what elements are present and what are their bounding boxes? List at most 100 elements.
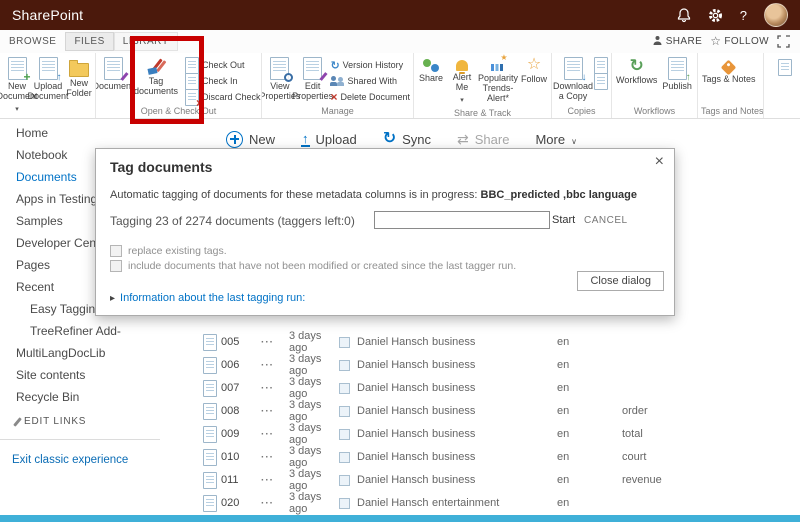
sync-button[interactable]: Sync (383, 131, 431, 147)
follow-document-button[interactable]: Follow (520, 55, 548, 87)
sidebar-item-treerefiner[interactable]: TreeRefiner Add- (0, 320, 165, 342)
help-icon[interactable]: ? (740, 9, 747, 22)
download-copy-icon (564, 57, 583, 80)
check-in-button[interactable]: Check In (185, 74, 262, 88)
edit-links-button[interactable]: EDIT LINKS (0, 416, 165, 427)
copies-extra-button-2[interactable] (594, 74, 608, 88)
include-unmodified-option[interactable]: include documents that have not been mod… (110, 260, 516, 272)
row-menu-button[interactable]: ··· (261, 360, 289, 371)
document-name[interactable]: 007 (221, 382, 261, 394)
popularity-trends-button[interactable]: Popularity Trends-Alert* (479, 55, 517, 106)
new-folder-button[interactable]: New Folder (65, 55, 93, 101)
table-row[interactable]: 008 ··· 3 days ago Daniel Hansch busines… (195, 399, 800, 422)
more-menu-button[interactable]: More (535, 132, 576, 147)
upload-arrow-icon (301, 132, 310, 147)
share-label: Share (419, 74, 443, 84)
table-row[interactable]: 010 ··· 3 days ago Daniel Hansch busines… (195, 445, 800, 468)
download-copy-label: Download a Copy (553, 82, 593, 102)
workflows-icon (630, 57, 644, 74)
close-dialog-button[interactable]: Close dialog (577, 271, 664, 291)
copies-extra-button-1[interactable] (594, 58, 608, 72)
upload-button[interactable]: Upload (301, 132, 357, 147)
download-copy-button[interactable]: Download a Copy (555, 55, 591, 104)
plus-circle-icon (226, 131, 243, 148)
last-tagging-run-link[interactable]: Information about the last tagging run: (110, 292, 305, 304)
table-row[interactable]: 009 ··· 3 days ago Daniel Hansch busines… (195, 422, 800, 445)
table-row[interactable]: 006 ··· 3 days ago Daniel Hansch busines… (195, 353, 800, 376)
replace-tags-checkbox[interactable] (110, 245, 122, 257)
workflows-button[interactable]: Workflows (615, 55, 658, 88)
share-icon (423, 57, 439, 72)
tab-files[interactable]: FILES (65, 32, 113, 51)
publish-button[interactable]: Publish (661, 55, 693, 94)
document-name[interactable]: 010 (221, 451, 261, 463)
tag-documents-icon (147, 57, 165, 75)
document-icon (203, 495, 217, 512)
last-tagging-run-label: Information about the last tagging run: (120, 292, 305, 304)
sidebar-item-recycle-bin[interactable]: Recycle Bin (0, 386, 165, 408)
delete-document-button[interactable]: Delete Document (330, 90, 410, 104)
share-document-button[interactable]: Share (417, 55, 445, 86)
view-properties-button[interactable]: View Properties (265, 55, 295, 104)
sidebar-item-multilangdoclib[interactable]: MultiLangDocLib (0, 342, 165, 364)
share-button-disabled[interactable]: Share (457, 132, 509, 147)
upload-document-button[interactable]: Upload Document (34, 55, 62, 104)
ribbon-group-label-share-track: Share & Track (417, 107, 548, 118)
tab-library[interactable]: LIBRARY (114, 32, 178, 51)
table-row[interactable]: 005 ··· 3 days ago Daniel Hansch busines… (195, 330, 800, 353)
tagger-input[interactable] (374, 211, 550, 229)
table-row[interactable]: 020 ··· 3 days ago Daniel Hansch enterta… (195, 491, 800, 514)
tags-notes-button[interactable]: Tags & Notes (701, 55, 757, 87)
document-name[interactable]: 008 (221, 405, 261, 417)
delete-document-label: Delete Document (340, 92, 410, 102)
tab-browse[interactable]: BROWSE (0, 32, 65, 51)
expand-triangle-icon (110, 292, 115, 304)
row-menu-button[interactable]: ··· (261, 475, 289, 486)
sidebar-item-site-contents[interactable]: Site contents (0, 364, 165, 386)
edit-document-button[interactable]: Document (99, 55, 127, 94)
document-name[interactable]: 020 (221, 497, 261, 509)
document-icon (203, 472, 217, 489)
row-menu-button[interactable]: ··· (261, 498, 289, 509)
document-name[interactable]: 005 (221, 336, 261, 348)
include-unmodified-checkbox[interactable] (110, 260, 122, 272)
modified-date: 3 days ago (289, 491, 339, 515)
new-item-button[interactable]: New (226, 131, 275, 148)
sidebar-divider (0, 439, 160, 440)
tag-documents-button[interactable]: Tag documents (130, 55, 182, 99)
row-menu-button[interactable]: ··· (261, 452, 289, 463)
exit-classic-link[interactable]: Exit classic experience (0, 454, 165, 466)
dialog-close-icon[interactable]: × (655, 153, 664, 171)
document-name[interactable]: 011 (221, 474, 261, 486)
document-name[interactable]: 006 (221, 359, 261, 371)
document-name[interactable]: 009 (221, 428, 261, 440)
table-row[interactable]: 011 ··· 3 days ago Daniel Hansch busines… (195, 468, 800, 491)
share-page-button[interactable]: SHARE (652, 35, 702, 49)
check-out-label: Check Out (202, 60, 245, 70)
discard-check-out-button[interactable]: Discard Check Out (185, 90, 262, 104)
popularity-trends-label: Popularity Trends-Alert* (478, 74, 518, 104)
row-menu-button[interactable]: ··· (261, 337, 289, 348)
edit-properties-button[interactable]: Edit Properties (298, 55, 328, 104)
table-row[interactable]: 007 ··· 3 days ago Daniel Hansch busines… (195, 376, 800, 399)
settings-gear-icon[interactable] (708, 8, 723, 23)
row-menu-button[interactable]: ··· (261, 383, 289, 394)
cancel-link[interactable]: CANCEL (584, 215, 628, 226)
alert-me-button[interactable]: Alert Me (448, 55, 476, 107)
follow-page-button[interactable]: FOLLOW (710, 35, 769, 48)
version-history-button[interactable]: Version History (330, 58, 410, 72)
check-out-button[interactable]: Check Out (185, 58, 262, 72)
ribbon-group-new: New Document Upload Document New Folder … (0, 53, 96, 118)
row-menu-button[interactable]: ··· (261, 429, 289, 440)
row-menu-button[interactable]: ··· (261, 406, 289, 417)
shared-with-button[interactable]: Shared With (330, 74, 410, 88)
tag-documents-dialog: Tag documents × Automatic tagging of doc… (95, 148, 675, 316)
notifications-bell-icon[interactable] (677, 8, 691, 23)
sidebar-item-home[interactable]: Home (0, 122, 165, 144)
start-link[interactable]: Start (552, 214, 575, 226)
edit-document-label: Document (96, 82, 134, 92)
focus-on-content-button[interactable] (777, 35, 790, 48)
replace-tags-option[interactable]: replace existing tags. (110, 245, 227, 257)
ribbon-right-extra-button[interactable] (778, 60, 792, 74)
user-avatar[interactable] (764, 3, 788, 27)
